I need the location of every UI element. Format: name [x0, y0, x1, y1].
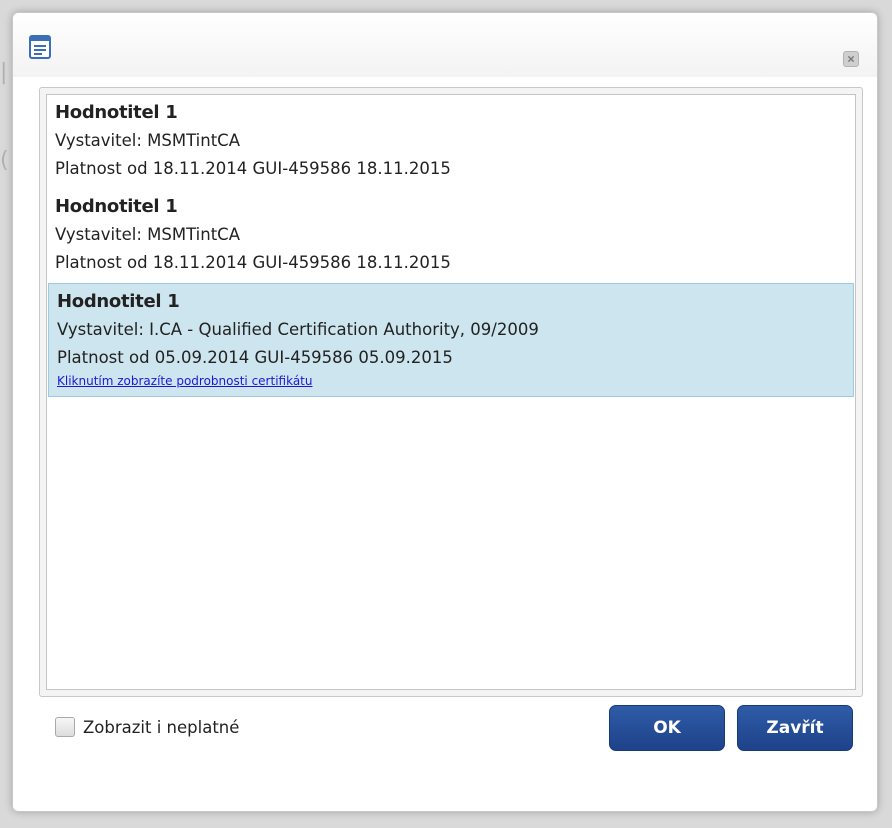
dialog-footer: Zobrazit i neplatné OK Zavřít	[13, 701, 877, 761]
certificate-dialog: Hodnotitel 1 Vystavitel: MSMTintCA Platn…	[12, 12, 878, 812]
ok-button[interactable]: OK	[609, 705, 725, 751]
show-invalid-label: Zobrazit i neplatné	[83, 717, 240, 737]
show-invalid-toggle[interactable]: Zobrazit i neplatné	[55, 717, 239, 737]
background-fragment: (	[0, 148, 9, 173]
dialog-titlebar	[13, 13, 877, 77]
certificate-issuer: Vystavitel: MSMTintCA	[55, 131, 240, 150]
list-window-icon	[29, 35, 51, 59]
certificate-list-frame: Hodnotitel 1 Vystavitel: MSMTintCA Platn…	[39, 87, 863, 697]
certificate-list[interactable]: Hodnotitel 1 Vystavitel: MSMTintCA Platn…	[46, 94, 856, 690]
certificate-name: Hodnotitel 1	[55, 102, 178, 123]
close-button[interactable]: Zavřít	[737, 705, 853, 751]
certificate-name: Hodnotitel 1	[57, 291, 180, 312]
certificate-item[interactable]: Hodnotitel 1 Vystavitel: MSMTintCA Platn…	[47, 189, 855, 283]
certificate-name: Hodnotitel 1	[55, 196, 178, 217]
close-x-icon[interactable]	[843, 51, 859, 67]
show-invalid-checkbox[interactable]	[55, 717, 75, 737]
certificate-issuer: Vystavitel: I.CA - Qualified Certificati…	[57, 320, 539, 339]
certificate-details-link[interactable]: Kliknutím zobrazíte podrobnosti certifik…	[57, 372, 845, 390]
background-fragment: |	[0, 60, 8, 85]
certificate-issuer: Vystavitel: MSMTintCA	[55, 225, 240, 244]
certificate-item[interactable]: Hodnotitel 1 Vystavitel: MSMTintCA Platn…	[47, 95, 855, 189]
certificate-validity: Platnost od 05.09.2014 GUI-459586 05.09.…	[57, 348, 453, 367]
certificate-validity: Platnost od 18.11.2014 GUI-459586 18.11.…	[55, 253, 451, 272]
certificate-validity: Platnost od 18.11.2014 GUI-459586 18.11.…	[55, 159, 451, 178]
certificate-item-selected[interactable]: Hodnotitel 1 Vystavitel: I.CA - Qualifie…	[48, 283, 854, 397]
